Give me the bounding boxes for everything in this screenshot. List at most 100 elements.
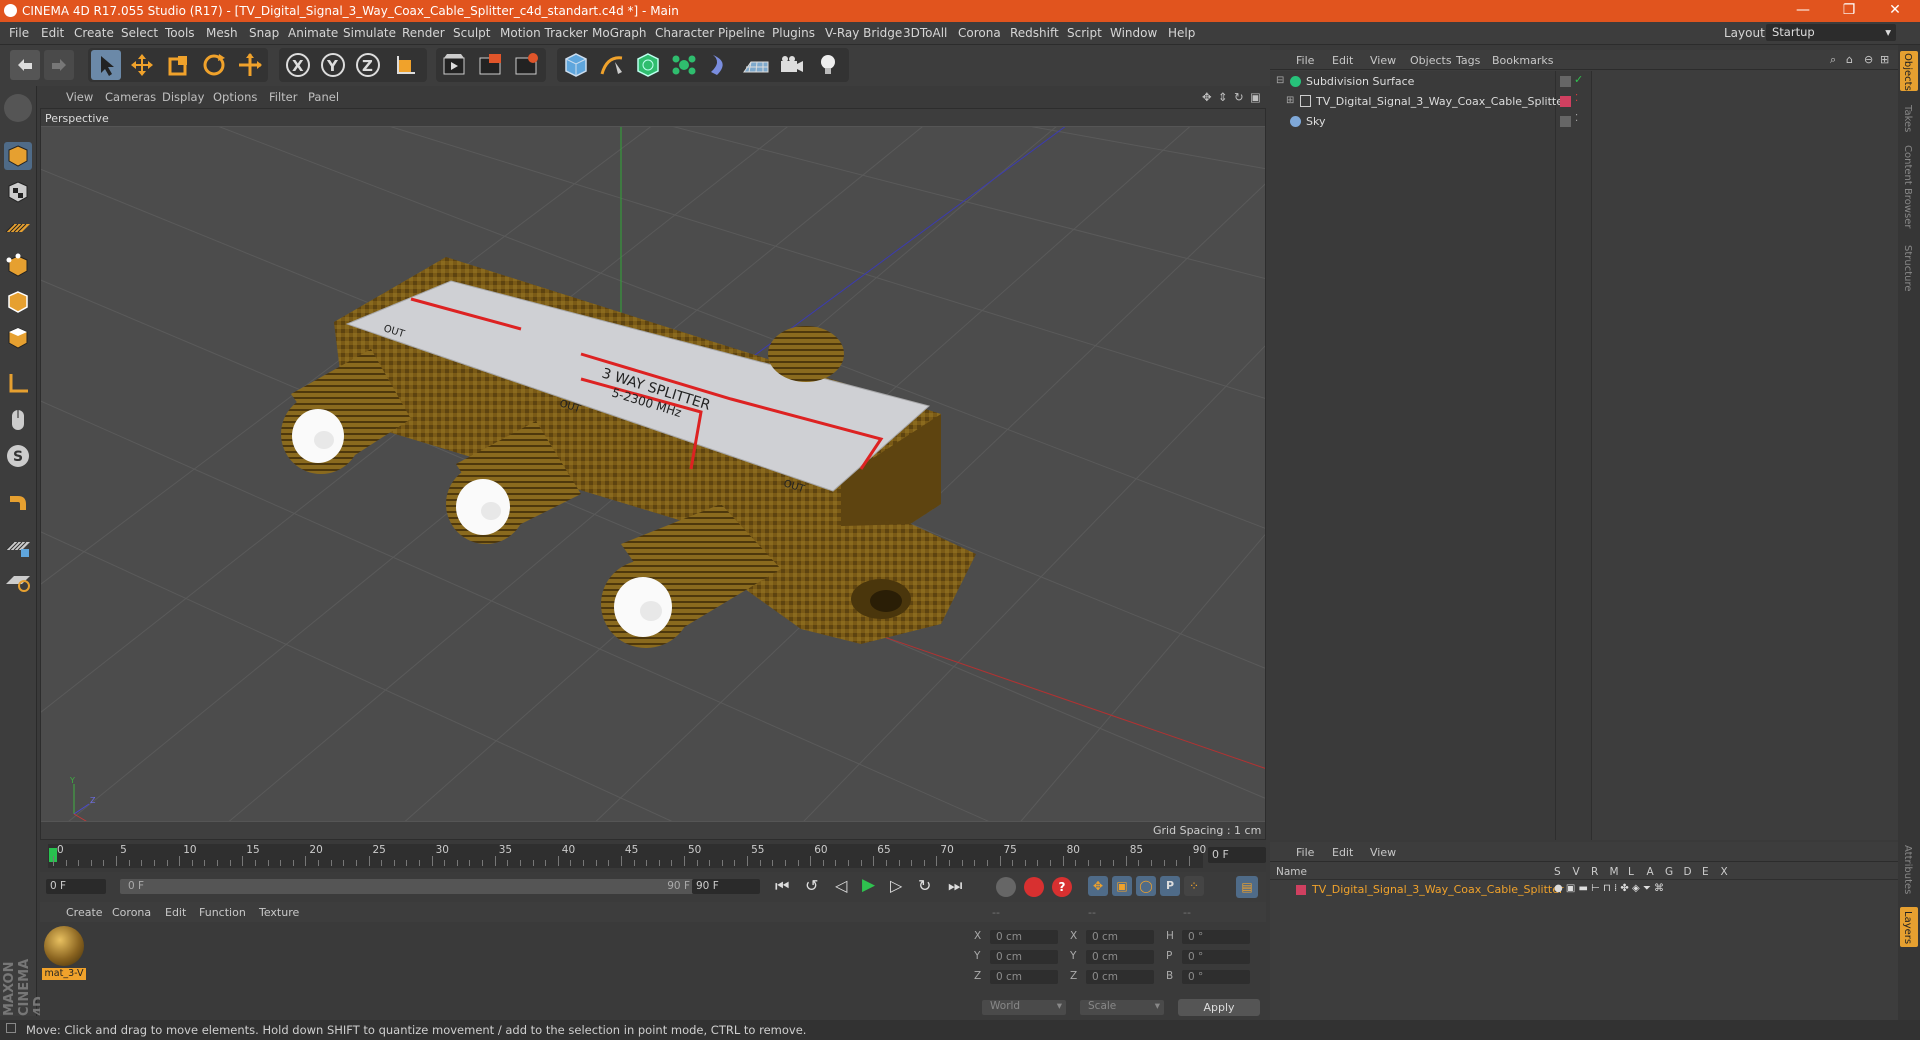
objects-menu-tags[interactable]: Tags bbox=[1456, 54, 1480, 67]
menu-vray-bridge[interactable]: V-Ray Bridge bbox=[825, 26, 902, 40]
key-position-icon[interactable]: ✥ bbox=[1088, 876, 1108, 896]
layers-menu-edit[interactable]: Edit bbox=[1332, 846, 1353, 859]
visibility-dots-icon[interactable]: ⁚ bbox=[1575, 93, 1578, 104]
coord-value-field[interactable]: 0 cm bbox=[1086, 950, 1154, 964]
key-parameter-icon[interactable]: P bbox=[1160, 876, 1180, 896]
enabled-check-icon[interactable]: ✓ bbox=[1574, 73, 1583, 86]
tab-takes[interactable]: Takes bbox=[1902, 105, 1913, 132]
points-mode-icon[interactable] bbox=[4, 252, 32, 280]
tab-content-browser[interactable]: Content Browser bbox=[1902, 145, 1913, 228]
restore-button[interactable]: ❐ bbox=[1826, 0, 1872, 22]
model-mode-icon[interactable] bbox=[4, 142, 32, 170]
timeline-ruler[interactable]: 0 5 10 15 20 25 30 35 40 45 50 55 60 65 70 75 80 85 90 0 F bbox=[40, 840, 1266, 872]
visibility-dots-icon[interactable]: ⁚ bbox=[1575, 113, 1578, 124]
coord-value-field[interactable]: 0 ° bbox=[1182, 950, 1250, 964]
polygons-mode-icon[interactable] bbox=[4, 324, 32, 352]
layers-menu-file[interactable]: File bbox=[1296, 846, 1314, 859]
material-menu-edit[interactable]: Edit bbox=[165, 906, 186, 919]
menu-3dtoall[interactable]: 3DToAll bbox=[903, 26, 947, 40]
cloner-icon[interactable] bbox=[669, 50, 699, 80]
deformer-icon[interactable] bbox=[705, 50, 735, 80]
redo-icon[interactable] bbox=[44, 50, 74, 80]
layer-icon[interactable] bbox=[1560, 76, 1571, 87]
key-scale-icon[interactable]: ▣ bbox=[1112, 876, 1132, 896]
workplane-mode-icon[interactable] bbox=[4, 214, 32, 242]
step-back-icon[interactable]: ◁ bbox=[835, 876, 847, 895]
viewport-zoom-icon[interactable]: ⇕ bbox=[1218, 90, 1228, 104]
render-view-icon[interactable] bbox=[439, 50, 469, 80]
viewport-menu-view[interactable]: View bbox=[66, 90, 93, 104]
menu-plugins[interactable]: Plugins bbox=[772, 26, 815, 40]
material-tag-icon[interactable] bbox=[1560, 96, 1571, 107]
close-button[interactable]: ✕ bbox=[1872, 0, 1918, 22]
z-axis-lock-icon[interactable]: Z bbox=[353, 50, 383, 80]
objects-menu-objects[interactable]: Objects bbox=[1410, 54, 1452, 67]
coord-value-field[interactable]: 0 cm bbox=[990, 930, 1058, 944]
end-frame-field[interactable]: 90 F bbox=[692, 879, 760, 894]
menu-edit[interactable]: Edit bbox=[41, 26, 64, 40]
step-forward-icon[interactable]: ▷ bbox=[890, 876, 902, 895]
layers-menu-view[interactable]: View bbox=[1370, 846, 1396, 859]
tab-structure[interactable]: Structure bbox=[1902, 245, 1913, 292]
viewport-menu-cameras[interactable]: Cameras bbox=[105, 90, 156, 104]
search-icon[interactable]: ⌕ bbox=[1830, 53, 1836, 67]
menu-animate[interactable]: Animate bbox=[288, 26, 338, 40]
material-menu-function[interactable]: Function bbox=[199, 906, 246, 919]
apply-button[interactable]: Apply bbox=[1178, 999, 1260, 1016]
viewport-menu-display[interactable]: Display bbox=[162, 90, 204, 104]
coord-value-field[interactable]: 0 cm bbox=[1086, 930, 1154, 944]
go-to-start-icon[interactable]: ⏮ bbox=[775, 876, 789, 896]
auto-key-icon[interactable]: ? bbox=[1052, 877, 1072, 897]
objects-menu-bookmarks[interactable]: Bookmarks bbox=[1492, 54, 1553, 67]
menu-snap[interactable]: Snap bbox=[249, 26, 279, 40]
planar-workplane-icon[interactable] bbox=[4, 566, 32, 594]
viewport-move-icon[interactable]: ✥ bbox=[1202, 90, 1212, 104]
menu-sculpt[interactable]: Sculpt bbox=[453, 26, 490, 40]
object-row-subdivision[interactable]: ⊟ Subdivision Surface ✓ bbox=[1270, 73, 1898, 93]
viewport-menu-options[interactable]: Options bbox=[213, 90, 257, 104]
menu-script[interactable]: Script bbox=[1067, 26, 1102, 40]
panel-menu-icon[interactable]: ⊞ bbox=[1880, 53, 1889, 66]
collapse-icon[interactable]: ⊟ bbox=[1276, 75, 1284, 86]
material-menu-corona[interactable]: Corona bbox=[112, 906, 151, 919]
object-row-sky[interactable]: Sky ⁚ bbox=[1270, 113, 1898, 133]
subdivision-surface-icon[interactable] bbox=[633, 50, 663, 80]
menu-file[interactable]: File bbox=[9, 26, 29, 40]
tab-objects[interactable]: Objects bbox=[1902, 53, 1913, 91]
menu-simulate[interactable]: Simulate bbox=[343, 26, 396, 40]
tab-layers[interactable]: Layers bbox=[1902, 911, 1913, 944]
menu-window[interactable]: Window bbox=[1110, 26, 1157, 40]
expand-icon[interactable]: ⊞ bbox=[1286, 95, 1294, 106]
live-selection-icon[interactable] bbox=[91, 50, 121, 80]
current-frame-field[interactable]: 0 F bbox=[1208, 847, 1266, 863]
play-button-icon[interactable]: ▶ bbox=[862, 875, 875, 895]
menu-motion-tracker[interactable]: Motion Tracker bbox=[500, 26, 588, 40]
next-key-icon[interactable]: ↻ bbox=[918, 876, 931, 895]
move-tool-icon[interactable] bbox=[127, 50, 157, 80]
coordinate-system-icon[interactable] bbox=[390, 50, 420, 80]
rotate-tool-icon[interactable] bbox=[199, 50, 229, 80]
start-frame-field[interactable]: 0 F bbox=[46, 879, 106, 894]
tweak-mode-icon[interactable] bbox=[4, 406, 32, 434]
floor-icon[interactable] bbox=[741, 50, 771, 80]
timeline-window-icon[interactable]: ▤ bbox=[1236, 876, 1258, 898]
cube-primitive-icon[interactable] bbox=[561, 50, 591, 80]
size-mode-dropdown[interactable]: Scale ▾ bbox=[1080, 1000, 1164, 1015]
splitter-model[interactable]: 3 WAY SPLITTER 5-2300 MHz OUT OUT OUT bbox=[281, 257, 976, 648]
axis-mode-icon[interactable] bbox=[4, 370, 32, 398]
menu-tools[interactable]: Tools bbox=[165, 26, 195, 40]
previous-key-icon[interactable]: ↺ bbox=[805, 876, 818, 895]
render-settings-icon[interactable] bbox=[511, 50, 541, 80]
go-to-end-icon[interactable]: ⏭ bbox=[948, 876, 962, 896]
material-swatch[interactable]: mat_3-V bbox=[42, 926, 86, 984]
menu-mesh[interactable]: Mesh bbox=[206, 26, 238, 40]
workplane-lock-icon[interactable] bbox=[4, 532, 32, 560]
key-pla-icon[interactable]: ⁘ bbox=[1184, 876, 1204, 896]
menu-select[interactable]: Select bbox=[121, 26, 158, 40]
coord-value-field[interactable]: 0 cm bbox=[990, 950, 1058, 964]
layer-icon[interactable] bbox=[1560, 116, 1571, 127]
menu-help[interactable]: Help bbox=[1168, 26, 1195, 40]
viewport-menu-panel[interactable]: Panel bbox=[308, 90, 339, 104]
solo-mode-icon[interactable]: S bbox=[4, 442, 32, 470]
make-editable-icon[interactable] bbox=[4, 94, 32, 122]
